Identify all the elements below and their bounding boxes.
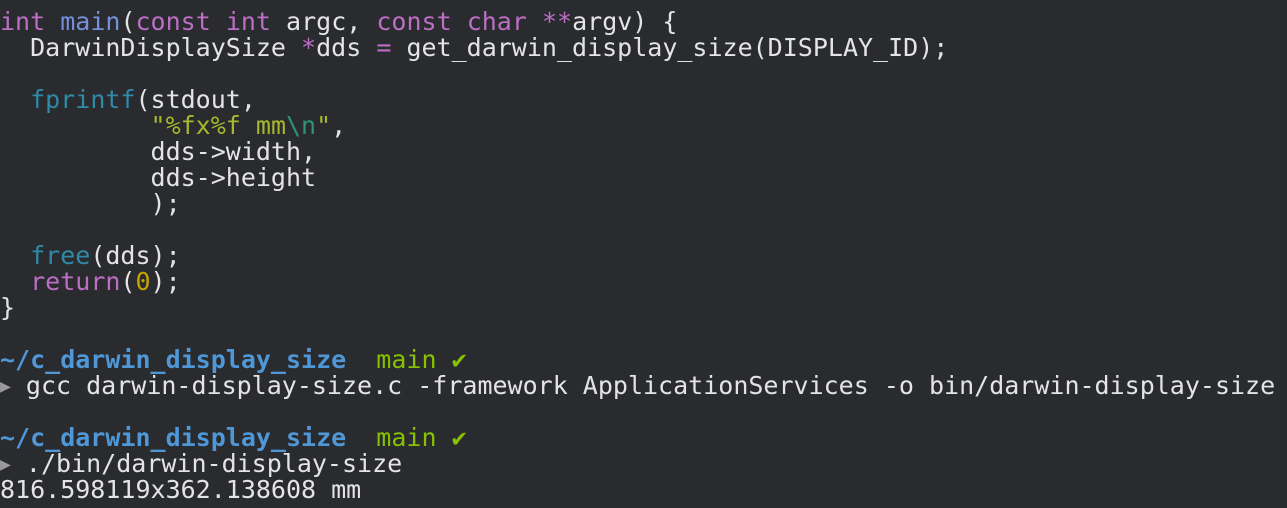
argument: dds->width,	[150, 137, 317, 166]
keyword: const	[135, 7, 211, 36]
format-string: %fx%f	[165, 111, 241, 140]
checkmark-icon: ✔	[451, 345, 467, 374]
git-branch: main	[376, 345, 437, 374]
assign-op: =	[376, 33, 392, 62]
param: argc,	[286, 7, 362, 36]
call-args: (dds);	[90, 241, 181, 270]
argument: dds->height	[150, 163, 317, 192]
keyword: const	[376, 7, 452, 36]
shell-command-line: ▶ ./bin/darwin-display-size	[0, 451, 1287, 477]
closing-paren: );	[150, 189, 181, 218]
prompt-path: ~/c_darwin_display_size	[0, 423, 347, 452]
shell-command: ./bin/darwin-display-size	[25, 449, 403, 478]
comma: ,	[331, 111, 347, 140]
code-line-10: free(dds);	[0, 243, 1287, 269]
code-line-2: DarwinDisplaySize *dds = get_darwin_disp…	[0, 35, 1287, 61]
type-name: DarwinDisplaySize	[30, 33, 286, 62]
escape-sequence: \n	[286, 111, 317, 140]
keyword: return	[30, 267, 121, 296]
code-line-1: int main(const int argc, const char **ar…	[0, 9, 1287, 35]
closing-brace: }	[0, 293, 16, 322]
builtin-function: free	[30, 241, 91, 270]
paren: (	[120, 7, 136, 36]
shell-command: gcc darwin-display-size.c -framework App…	[25, 371, 1276, 400]
code-line-8: );	[0, 191, 1287, 217]
shell-command-line: ▶ gcc darwin-display-size.c -framework A…	[0, 373, 1287, 399]
code-line-6: dds->width,	[0, 139, 1287, 165]
param: argv) {	[572, 7, 678, 36]
paren: );	[150, 267, 181, 296]
string-quote: "	[150, 111, 166, 140]
keyword: int	[225, 7, 271, 36]
checkmark-icon: ✔	[451, 423, 467, 452]
shell-prompt: ~/c_darwin_display_size main ✔	[0, 425, 1287, 451]
shell-prompt: ~/c_darwin_display_size main ✔	[0, 347, 1287, 373]
prompt-path: ~/c_darwin_display_size	[0, 345, 347, 374]
pointer-op: **	[541, 7, 573, 36]
paren: (	[120, 267, 136, 296]
keyword: char	[466, 7, 527, 36]
call-expr: get_darwin_display_size(DISPLAY_ID);	[406, 33, 949, 62]
number-literal: 0	[135, 267, 151, 296]
code-line-7: dds->height	[0, 165, 1287, 191]
call-args: (stdout,	[135, 85, 256, 114]
terminal-window[interactable]: int main(const int argc, const char **ar…	[0, 0, 1287, 508]
string-text: mm	[240, 111, 286, 140]
variable: dds	[316, 33, 362, 62]
code-line-5: "%fx%f mm\n",	[0, 113, 1287, 139]
output-text: 816.598119x362.138608 mm	[0, 475, 362, 504]
command-output: 816.598119x362.138608 mm	[0, 477, 1287, 503]
prompt-arrow-icon: ▶	[0, 376, 11, 397]
code-line-4: fprintf(stdout,	[0, 87, 1287, 113]
code-line-11: return(0);	[0, 269, 1287, 295]
pointer-op: *	[301, 33, 317, 62]
code-line-12: }	[0, 295, 1287, 321]
builtin-function: fprintf	[30, 85, 136, 114]
function-name: main	[60, 7, 121, 36]
prompt-arrow-icon: ▶	[0, 454, 11, 475]
string-quote: "	[316, 111, 332, 140]
keyword: int	[0, 7, 46, 36]
git-branch: main	[376, 423, 437, 452]
